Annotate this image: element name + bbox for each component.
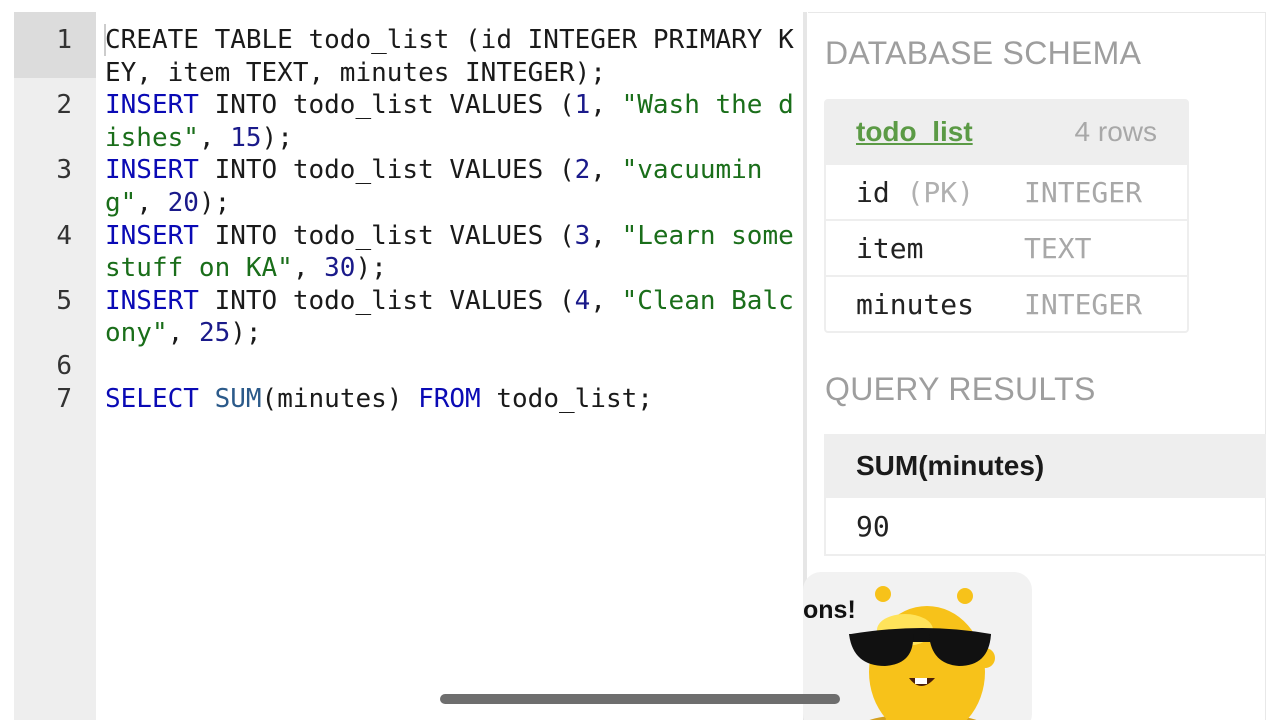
schema-row: minutes INTEGER bbox=[826, 275, 1187, 331]
code-text[interactable]: INSERT INTO todo_list VALUES (3, "Learn … bbox=[105, 220, 795, 285]
sql-keyword: INSERT bbox=[105, 155, 199, 186]
line-number: 4 bbox=[56, 220, 72, 251]
code-line[interactable]: 2 INSERT INTO todo_list VALUES (1, "Wash … bbox=[14, 89, 804, 154]
column-type: INTEGER bbox=[1024, 287, 1143, 321]
sql-number: 25 bbox=[198, 318, 231, 349]
sql-keyword: INSERT bbox=[105, 90, 199, 121]
schema-table-header: todo_list 4 rows bbox=[826, 101, 1187, 163]
sql-text: , bbox=[167, 318, 199, 349]
sql-keyword: INSERT bbox=[105, 220, 199, 251]
code-text[interactable]: SELECT SUM(minutes) FROM todo_list; bbox=[105, 383, 795, 416]
sql-number: 1 bbox=[574, 90, 591, 121]
sql-number: 20 bbox=[167, 187, 199, 218]
code-text[interactable]: CREATE TABLE todo_list (id INTEGER PRIMA… bbox=[105, 24, 795, 89]
sql-text: INTO todo_list VALUES ( bbox=[198, 155, 575, 186]
code-text[interactable]: INSERT INTO todo_list VALUES (4, "Clean … bbox=[105, 285, 795, 350]
sql-text: ); bbox=[355, 253, 387, 284]
sql-text: , bbox=[590, 90, 622, 121]
sql-text: (minutes) bbox=[261, 383, 419, 414]
query-results-heading: QUERY RESULTS bbox=[825, 371, 1096, 407]
result-column-header: SUM(minutes) bbox=[826, 434, 1266, 498]
code-line[interactable]: 7 SELECT SUM(minutes) FROM todo_list; bbox=[14, 383, 804, 416]
line-number: 1 bbox=[56, 25, 72, 55]
sql-keyword: INSERT bbox=[105, 285, 199, 316]
primary-key-label: (PK) bbox=[906, 175, 975, 209]
sql-function: SUM bbox=[214, 383, 262, 414]
column-type: INTEGER bbox=[1024, 175, 1143, 209]
query-results-table: SUM(minutes) 90 bbox=[824, 434, 1266, 556]
code-text[interactable]: INSERT INTO todo_list VALUES (2, "vacuum… bbox=[105, 154, 795, 219]
column-name: id (PK) bbox=[856, 175, 975, 209]
mascot-tuft bbox=[875, 586, 891, 602]
code-line[interactable]: 6 bbox=[14, 350, 804, 383]
sql-text: INTO todo_list VALUES ( bbox=[198, 220, 575, 251]
code-area[interactable]: 1 CREATE TABLE todo_list (id INTEGER PRIM… bbox=[14, 24, 804, 415]
line-number: 6 bbox=[56, 350, 72, 381]
sql-keyword: FROM bbox=[418, 383, 481, 414]
line-number: 7 bbox=[56, 383, 72, 414]
sql-text: , bbox=[198, 122, 231, 153]
sql-text: ); bbox=[198, 187, 231, 218]
database-schema-heading: DATABASE SCHEMA bbox=[825, 35, 1142, 71]
schema-row: id (PK) INTEGER bbox=[826, 163, 1187, 219]
schema-row: item TEXT bbox=[826, 219, 1187, 275]
code-editor[interactable]: 1 CREATE TABLE todo_list (id INTEGER PRIM… bbox=[14, 12, 804, 720]
sql-text: , bbox=[292, 253, 325, 284]
home-indicator[interactable] bbox=[440, 694, 840, 704]
line-number: 2 bbox=[56, 90, 72, 121]
sql-text: , bbox=[590, 220, 622, 251]
sql-text: INTO todo_list VALUES ( bbox=[198, 285, 575, 316]
line-number: 5 bbox=[56, 285, 72, 316]
sql-text: ); bbox=[261, 122, 293, 153]
sql-number: 15 bbox=[230, 122, 262, 153]
sql-text: ); bbox=[230, 318, 262, 349]
code-line[interactable]: 3 INSERT INTO todo_list VALUES (2, "vacuu… bbox=[14, 154, 804, 219]
sql-number: 3 bbox=[574, 220, 591, 251]
sql-text: INTO todo_list VALUES ( bbox=[198, 90, 575, 121]
sql-number: 2 bbox=[574, 155, 591, 186]
code-line[interactable]: 5 INSERT INTO todo_list VALUES (4, "Clean… bbox=[14, 285, 804, 350]
result-cell: 90 bbox=[856, 509, 890, 543]
code-text[interactable] bbox=[105, 350, 795, 383]
code-line[interactable]: 4 INSERT INTO todo_list VALUES (3, "Learn… bbox=[14, 220, 804, 285]
sql-number: 4 bbox=[574, 285, 591, 316]
mascot-with-sunglasses-icon bbox=[849, 586, 995, 720]
sql-text: todo_list; bbox=[480, 383, 653, 414]
schema-table: todo_list 4 rows id (PK) INTEGER item TE… bbox=[824, 99, 1189, 333]
table-name-link[interactable]: todo_list bbox=[856, 116, 973, 148]
sql-text: , bbox=[136, 187, 168, 218]
sql-keyword: SELECT bbox=[105, 383, 199, 414]
column-type: TEXT bbox=[1024, 231, 1092, 265]
mascot-tuft bbox=[957, 588, 973, 604]
mascot-teeth bbox=[915, 678, 927, 684]
sql-text: , bbox=[590, 285, 622, 316]
sql-text: , bbox=[590, 155, 622, 186]
sql-number: 30 bbox=[324, 253, 356, 284]
column-name: item bbox=[856, 231, 924, 265]
row-count-label: 4 rows bbox=[1074, 116, 1157, 147]
code-line[interactable]: 1 CREATE TABLE todo_list (id INTEGER PRIM… bbox=[14, 24, 804, 89]
sql-text: CREATE TABLE todo_list (id INTEGER PRIMA… bbox=[105, 25, 794, 88]
line-number: 3 bbox=[56, 155, 72, 186]
code-text[interactable]: INSERT INTO todo_list VALUES (1, "Wash t… bbox=[105, 89, 795, 154]
column-name: minutes bbox=[856, 287, 975, 321]
